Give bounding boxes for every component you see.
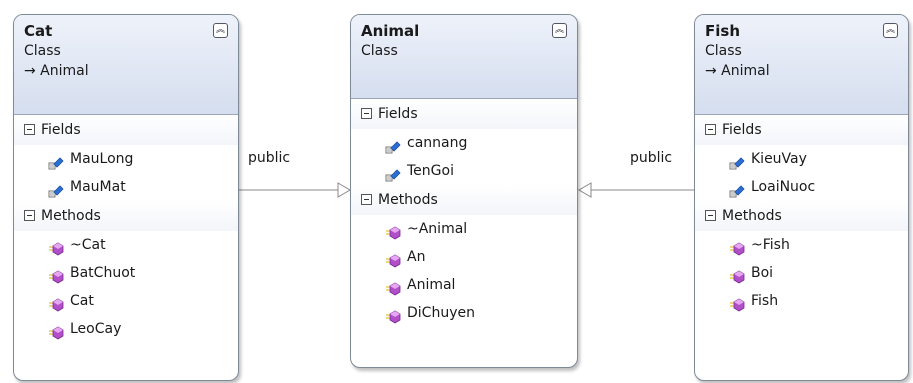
method-item[interactable]: Boi	[695, 259, 908, 287]
class-inheritance: → Animal	[24, 63, 89, 79]
method-item[interactable]: LeoCay	[14, 315, 238, 343]
field-item[interactable]: cannang	[351, 129, 577, 157]
methods-section-header[interactable]: Methods	[351, 185, 577, 215]
fish-connector-label: public	[630, 150, 673, 166]
method-icon	[729, 266, 745, 284]
field-item[interactable]: TenGoi	[351, 157, 577, 185]
method-icon	[48, 266, 64, 284]
methods-section-header[interactable]: Methods	[695, 201, 908, 231]
method-item[interactable]: An	[351, 243, 577, 271]
field-icon	[48, 180, 64, 198]
method-item[interactable]: Cat	[14, 287, 238, 315]
minus-box-icon[interactable]	[24, 210, 35, 221]
method-item[interactable]: BatChuot	[14, 259, 238, 287]
method-item[interactable]: ~Animal	[351, 215, 577, 243]
method-item[interactable]: DiChuyen	[351, 299, 577, 327]
class-box-fish[interactable]: Fish Class → Animal ︽ Fields KieuVay Loa…	[694, 14, 909, 381]
method-icon	[385, 278, 401, 296]
fields-section-header[interactable]: Fields	[695, 115, 908, 145]
method-icon	[385, 222, 401, 240]
field-icon	[385, 136, 401, 154]
fish-inheritance-arrowhead	[578, 182, 592, 198]
minus-box-icon[interactable]	[24, 124, 35, 135]
field-icon	[729, 152, 745, 170]
double-chevron-up-icon[interactable]: ︽	[883, 23, 898, 38]
field-item[interactable]: LoaiNuoc	[695, 173, 908, 201]
method-item[interactable]: ~Fish	[695, 231, 908, 259]
class-header-fish: Fish Class → Animal ︽	[695, 15, 908, 115]
class-name: Fish	[705, 22, 740, 40]
method-icon	[385, 250, 401, 268]
fields-section-header[interactable]: Fields	[351, 99, 577, 129]
class-name: Animal	[361, 22, 420, 40]
minus-box-icon[interactable]	[705, 124, 716, 135]
minus-box-icon[interactable]	[361, 194, 372, 205]
class-kind: Class	[24, 43, 61, 59]
class-inheritance: → Animal	[705, 63, 770, 79]
method-icon	[385, 306, 401, 324]
field-item[interactable]: KieuVay	[695, 145, 908, 173]
double-chevron-up-icon[interactable]: ︽	[213, 23, 228, 38]
class-header-cat: Cat Class → Animal ︽	[14, 15, 238, 115]
class-header-animal: Animal Class ︽	[351, 15, 577, 99]
double-chevron-up-icon[interactable]: ︽	[552, 23, 567, 38]
minus-box-icon[interactable]	[705, 210, 716, 221]
field-icon	[385, 164, 401, 182]
fields-section-header[interactable]: Fields	[14, 115, 238, 145]
methods-section-header[interactable]: Methods	[14, 201, 238, 231]
cat-inheritance-arrowhead	[337, 182, 351, 198]
class-kind: Class	[361, 43, 398, 59]
method-icon	[729, 238, 745, 256]
method-icon	[729, 294, 745, 312]
method-item[interactable]: Animal	[351, 271, 577, 299]
method-item[interactable]: ~Cat	[14, 231, 238, 259]
cat-connector-label: public	[248, 150, 291, 166]
method-icon	[48, 294, 64, 312]
class-box-cat[interactable]: Cat Class → Animal ︽ Fields MauLong MauM…	[13, 14, 239, 381]
class-kind: Class	[705, 43, 742, 59]
method-icon	[48, 238, 64, 256]
field-item[interactable]: MauMat	[14, 173, 238, 201]
field-icon	[48, 152, 64, 170]
class-name: Cat	[24, 22, 53, 40]
field-item[interactable]: MauLong	[14, 145, 238, 173]
method-item[interactable]: Fish	[695, 287, 908, 315]
minus-box-icon[interactable]	[361, 108, 372, 119]
field-icon	[729, 180, 745, 198]
method-icon	[48, 322, 64, 340]
class-box-animal[interactable]: Animal Class ︽ Fields cannang TenGoi Met…	[350, 14, 578, 368]
